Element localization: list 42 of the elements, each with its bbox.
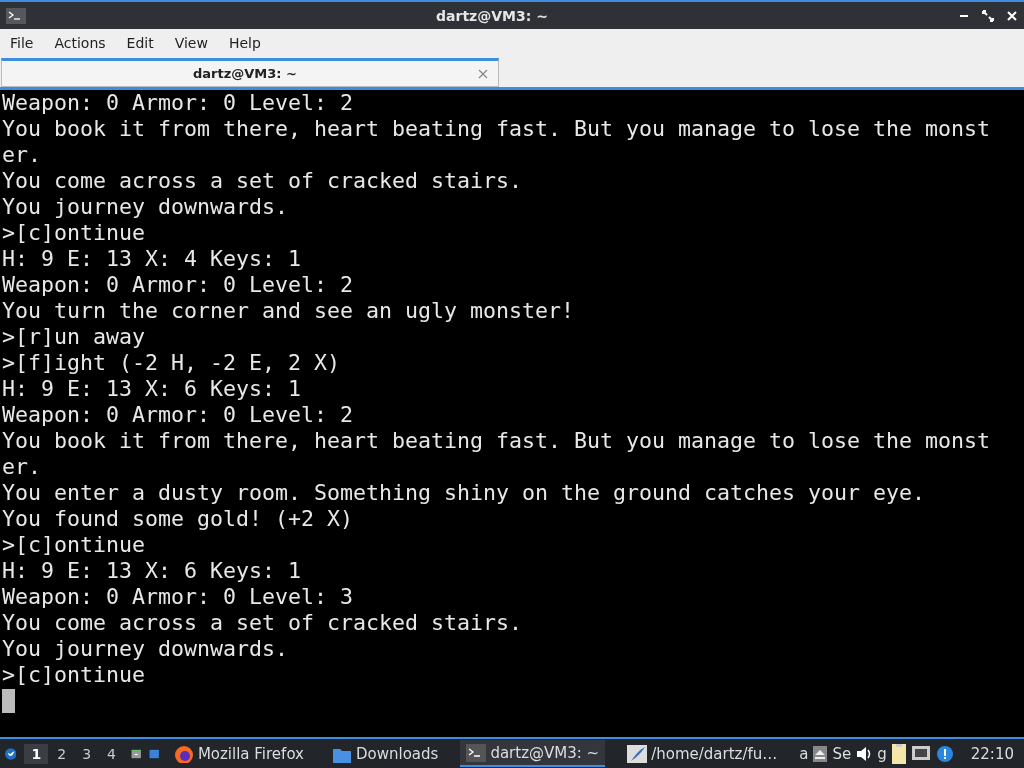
tray-label[interactable]: a [799, 744, 809, 763]
terminal-line: You come across a set of cracked stairs. [2, 610, 524, 636]
tray-label[interactable]: Se [832, 744, 852, 763]
terminal-line: H: 9 E: 13 X: 4 Keys: 1 [2, 246, 302, 272]
terminal-line: You enter a dusty room. Something shiny on the ground catches your eye. [2, 480, 927, 506]
terminal-line: Weapon: 0 Armor: 0 Level: 3 [2, 584, 354, 610]
taskbar-button[interactable]: Downloads [326, 740, 445, 767]
menu-item[interactable]: File [10, 35, 34, 51]
taskbar-button[interactable]: /home/dartz/fu… [621, 740, 784, 767]
terminal-line: You journey downwards. [2, 636, 289, 662]
terminal-line: er. [2, 454, 42, 480]
terminal-line: You turn the corner and see an ugly monster! [2, 298, 576, 324]
workspace-button[interactable]: 3 [75, 743, 99, 764]
taskbar-button[interactable]: dartz@VM3: ~ [460, 740, 606, 767]
terminal-line: You journey downwards. [2, 194, 289, 220]
terminal-line: Weapon: 0 Armor: 0 Level: 2 [2, 402, 354, 428]
menu-item[interactable]: Actions [54, 35, 106, 51]
window-title: dartz@VM3: ~ [435, 7, 549, 24]
menu-item[interactable]: View [174, 35, 208, 51]
terminal-line: er. [2, 142, 42, 168]
terminal-line: >[c]ontinue [2, 220, 146, 246]
taskbar-button[interactable]: Mozilla Firefox [167, 740, 310, 767]
terminal-line: You come across a set of cracked stairs. [2, 168, 524, 194]
terminal-line: H: 9 E: 13 X: 6 Keys: 1 [2, 376, 302, 402]
terminal-line: >[r]un away [2, 324, 146, 350]
workspace-button[interactable]: 1 [24, 743, 49, 764]
terminal-line: Weapon: 0 Armor: 0 Level: 2 [2, 90, 354, 116]
tray-label[interactable]: g [877, 744, 887, 763]
terminal-line: You book it from there, heart beating fast. But you manage to lose the monst [2, 116, 992, 142]
menu-item[interactable]: Edit [126, 35, 154, 51]
terminal-line: >[f]ight (-2 H, -2 E, 2 X) [2, 350, 341, 376]
terminal-line: You found some gold! (+2 X) [2, 506, 354, 532]
menu-item[interactable]: Help [228, 35, 261, 51]
clock: 22:10 [970, 744, 1014, 763]
terminal-line: You book it from there, heart beating fast. But you manage to lose the monst [2, 428, 992, 454]
terminal-line: >[c]ontinue [2, 532, 146, 558]
terminal-line: >[c]ontinue [2, 662, 146, 688]
terminal-tab[interactable]: dartz@VM3: ~ [1, 58, 499, 87]
terminal-line: Weapon: 0 Armor: 0 Level: 2 [2, 272, 354, 298]
workspace-button[interactable]: 2 [50, 743, 74, 764]
terminal-line: H: 9 E: 13 X: 6 Keys: 1 [2, 558, 302, 584]
workspace-button[interactable]: 4 [100, 743, 123, 764]
